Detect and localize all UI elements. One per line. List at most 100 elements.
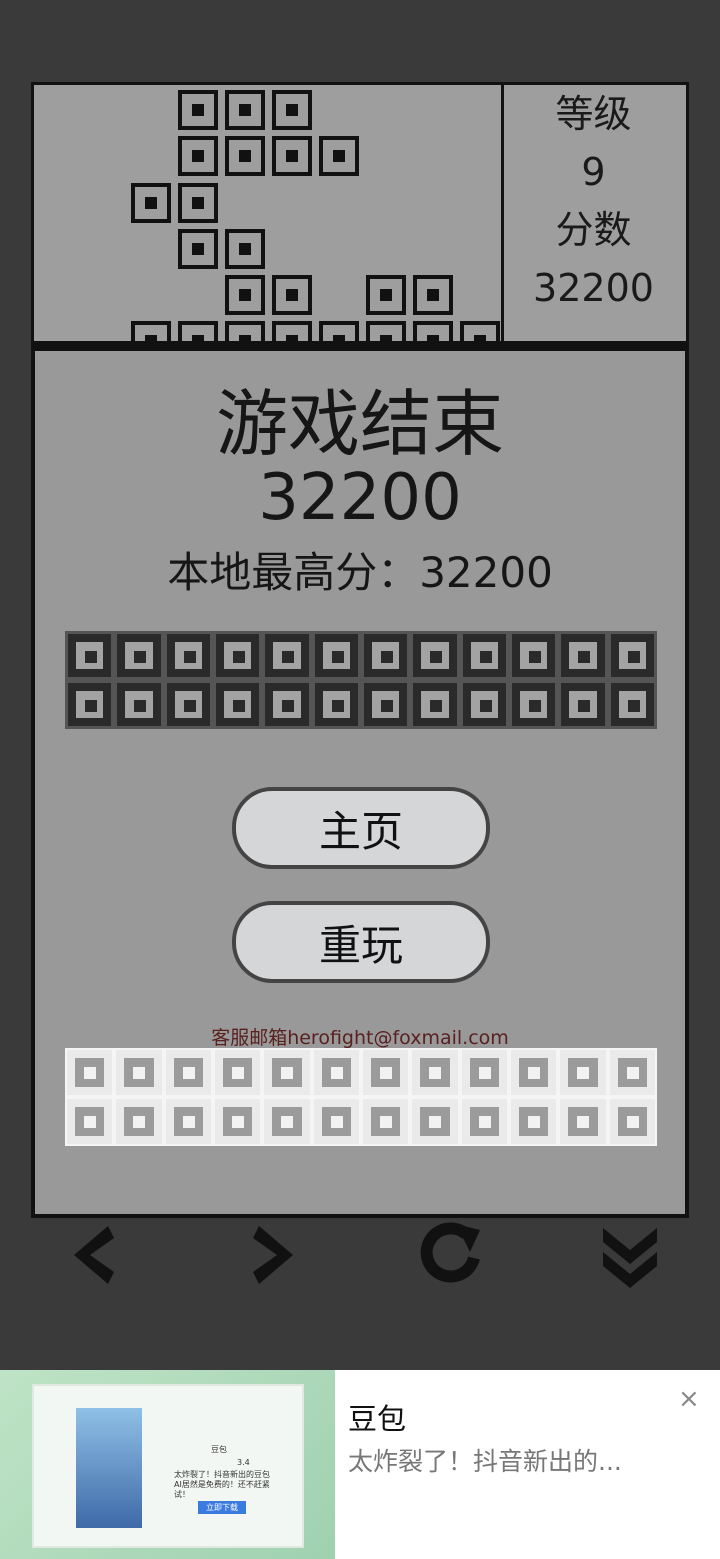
decor-block [65, 631, 115, 680]
block-cell [413, 321, 453, 341]
game-over-dialog: 游戏结束 32200 本地最高分：32200 主页 重玩 客服邮箱herofig… [31, 343, 689, 1218]
control-bar [0, 1220, 720, 1290]
decor-block [607, 1097, 657, 1146]
decor-block [311, 631, 361, 680]
move-right-icon[interactable] [237, 1220, 307, 1290]
decor-block [163, 1048, 213, 1097]
decor-block [558, 1048, 608, 1097]
decor-block [212, 680, 263, 729]
decor-block [607, 631, 657, 680]
drop-down-icon[interactable] [595, 1220, 665, 1290]
contact-email: 客服邮箱herofight@foxmail.com [211, 1027, 509, 1049]
decor-block [508, 631, 559, 680]
decor-block [607, 1048, 657, 1097]
decor-block [311, 1097, 361, 1146]
ad-image-app-name: 豆包 [211, 1445, 227, 1454]
decor-block [360, 631, 411, 680]
score-label: 分数 [555, 208, 632, 252]
decor-block [163, 680, 213, 729]
move-left-icon[interactable] [60, 1220, 130, 1290]
decor-block [558, 631, 608, 680]
decor-block [508, 1048, 559, 1097]
decor-strip-dark [65, 631, 657, 729]
decor-strip-light [65, 1048, 657, 1146]
block-cell [178, 136, 218, 176]
final-score: 32200 [258, 461, 462, 535]
decor-block [410, 1097, 460, 1146]
block-cell [178, 90, 218, 130]
decor-block [558, 680, 608, 729]
decor-block [508, 680, 559, 729]
ad-image-button: 立即下载 [198, 1501, 246, 1514]
decor-block [65, 1048, 115, 1097]
block-cell [225, 229, 265, 269]
decor-block [360, 1048, 411, 1097]
decor-block [311, 680, 361, 729]
decor-block [459, 680, 509, 729]
block-cell [178, 229, 218, 269]
ad-title: 豆包 [348, 1402, 407, 1436]
block-cell [225, 90, 265, 130]
block-cell [272, 321, 312, 341]
block-cell [413, 275, 453, 315]
decor-block [65, 680, 115, 729]
decor-block [410, 1048, 460, 1097]
ad-banner[interactable]: 豆包 3.4 太炸裂了！抖音新出的豆包AI居然是免费的！还不赶紧试！ 立即下载 … [0, 1370, 720, 1559]
block-cell [178, 321, 218, 341]
block-cell [460, 321, 500, 341]
replay-button[interactable]: 重玩 [232, 901, 490, 983]
block-cell [225, 321, 265, 341]
game-board-frame: 等级 9 分数 32200 [31, 82, 689, 344]
decor-block [212, 631, 263, 680]
rotate-icon[interactable] [416, 1220, 486, 1290]
block-cell [319, 136, 359, 176]
decor-block [558, 1097, 608, 1146]
ad-image[interactable]: 豆包 3.4 太炸裂了！抖音新出的豆包AI居然是免费的！还不赶紧试！ 立即下载 [0, 1370, 335, 1559]
playfield [34, 85, 504, 341]
score-value: 32200 [533, 266, 654, 310]
decor-block [459, 631, 509, 680]
block-cell [272, 275, 312, 315]
decor-block [410, 680, 460, 729]
block-cell [272, 90, 312, 130]
decor-block [163, 1097, 213, 1146]
decor-block [607, 680, 657, 729]
best-score: 本地最高分：32200 [167, 548, 553, 597]
decor-block [212, 1048, 263, 1097]
decor-block [114, 1097, 164, 1146]
block-cell [178, 183, 218, 223]
decor-block [212, 1097, 263, 1146]
decor-block [65, 1097, 115, 1146]
block-cell [225, 275, 265, 315]
decor-block [262, 680, 312, 729]
level-value: 9 [581, 150, 606, 194]
home-button[interactable]: 主页 [232, 787, 490, 869]
decor-block [459, 1097, 509, 1146]
decor-block [163, 631, 213, 680]
ad-image-card [32, 1384, 304, 1548]
ad-image-rating: 3.4 [237, 1458, 250, 1467]
game-over-title: 游戏结束 [215, 382, 504, 466]
level-label: 等级 [555, 92, 632, 136]
ad-description: 太炸裂了！抖音新出的... [348, 1447, 622, 1476]
ad-image-text: 太炸裂了！抖音新出的豆包AI居然是免费的！还不赶紧试！ [174, 1470, 270, 1499]
decor-block [459, 1048, 509, 1097]
decor-block [262, 1048, 312, 1097]
decor-block [360, 1097, 411, 1146]
block-cell [225, 136, 265, 176]
decor-block [114, 680, 164, 729]
block-cell [319, 321, 359, 341]
stats-sidebar: 等级 9 分数 32200 [501, 85, 686, 341]
block-cell [272, 136, 312, 176]
decor-block [262, 1097, 312, 1146]
block-cell [366, 275, 406, 315]
block-cell [131, 321, 171, 341]
decor-block [410, 631, 460, 680]
close-icon[interactable]: × [678, 1384, 700, 1414]
decor-block [114, 631, 164, 680]
decor-block [508, 1097, 559, 1146]
decor-block [360, 680, 411, 729]
decor-block [114, 1048, 164, 1097]
decor-block [311, 1048, 361, 1097]
block-cell [131, 183, 171, 223]
